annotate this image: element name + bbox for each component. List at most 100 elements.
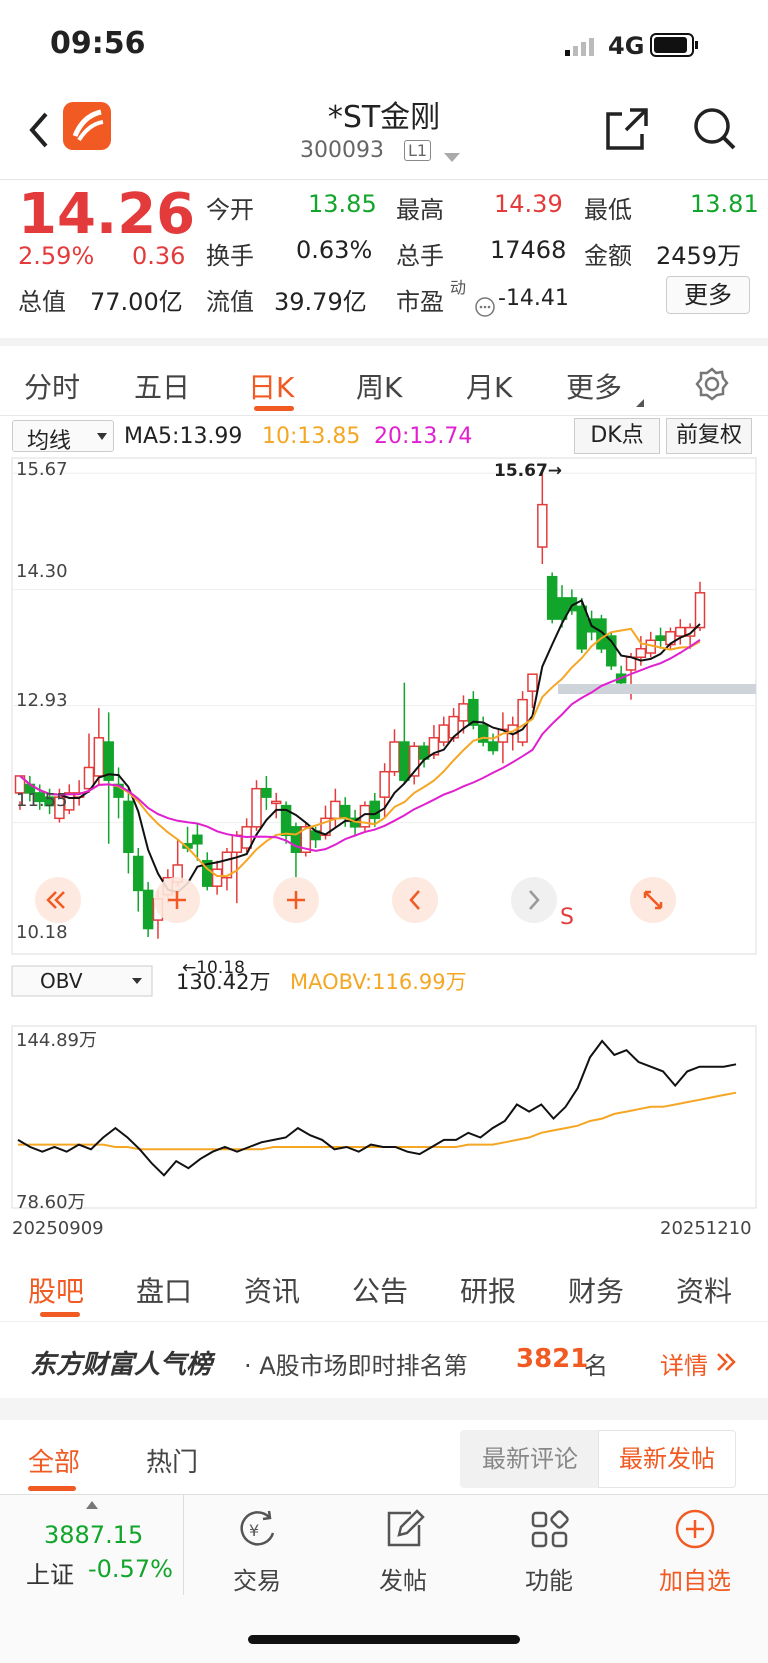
trade-button[interactable]: ¥ 交易 (202, 1507, 312, 1596)
candle (261, 787, 272, 798)
obv-min-label: 78.60万 (16, 1192, 86, 1213)
rank-detail-link[interactable]: 详情 (660, 1346, 708, 1381)
open-label: 今开 (206, 196, 254, 224)
tab-notice[interactable]: 公告 (352, 1270, 408, 1310)
candle (339, 804, 351, 820)
float-cap-label: 流值 (206, 288, 254, 316)
plus-circle-icon (675, 1509, 715, 1549)
sort-latest-comment[interactable]: 最新评论 (460, 1430, 600, 1488)
post-button[interactable]: 发帖 (348, 1507, 458, 1596)
kline-chart-area: 均线 MA5:13.99 10:13.85 20:13.74 DK点 前复权 1… (0, 416, 768, 1246)
more-button[interactable]: 更多 (666, 276, 750, 314)
bottom-toolbar: 3887.15 上证 -0.57% ¥ 交易 发帖 功能 加自选 (0, 1494, 768, 1663)
tab-guba[interactable]: 股吧 (28, 1270, 84, 1310)
info-tabs: 股吧 盘口 资讯 公告 研报 财务 资料 (0, 1250, 768, 1322)
svg-text:¥: ¥ (249, 1521, 259, 1540)
tab-intraday[interactable]: 分时 (24, 366, 80, 406)
index-name: 上证 (26, 1561, 74, 1589)
high-value: 14.39 (494, 190, 563, 218)
rank-brand: 东方财富人气榜 (30, 1350, 213, 1380)
functions-label: 功能 (525, 1567, 573, 1595)
tab-monthly-k[interactable]: 月K (466, 366, 512, 406)
candle (192, 834, 203, 845)
add-watchlist-button[interactable]: 加自选 (640, 1507, 750, 1596)
candle (546, 575, 558, 620)
candle (655, 635, 666, 642)
date-end: 20251210 (660, 1218, 752, 1239)
post-label: 发帖 (379, 1567, 427, 1595)
turnover-label: 换手 (206, 242, 254, 270)
quote-panel: 14.26 2.59% 0.36 今开 13.85 最高 14.39 最低 13… (0, 180, 768, 346)
candle (211, 868, 223, 887)
tab-all[interactable]: 全部 (28, 1442, 80, 1479)
trade-label: 交易 (233, 1567, 281, 1595)
last-price: 14.26 (18, 182, 196, 247)
candle (123, 800, 134, 854)
trade-icon: ¥ (240, 1510, 275, 1546)
tab-daily-k[interactable]: 日K (248, 366, 294, 406)
tab-more[interactable]: 更多 (566, 366, 622, 406)
add-watchlist-label: 加自选 (659, 1567, 731, 1595)
candle (93, 737, 105, 777)
low-label: 最低 (584, 196, 632, 224)
dropdown-icon[interactable] (444, 148, 460, 167)
status-bar: 09:56 4G (0, 0, 768, 92)
tab-five-day[interactable]: 五日 (134, 366, 190, 406)
edit-icon (387, 1509, 425, 1547)
post-filter-tabs: 全部 热门 最新评论 最新发帖 (0, 1420, 768, 1496)
tab-profile[interactable]: 资料 (676, 1270, 732, 1310)
pe-value: -14.41 (498, 286, 569, 311)
total-cap-label: 总值 (18, 288, 66, 316)
functions-button[interactable]: 功能 (494, 1507, 604, 1596)
period-tabs: 分时 五日 日K 周K 月K 更多 (0, 354, 768, 416)
settings-icon[interactable] (694, 366, 730, 406)
candle (399, 741, 410, 781)
amount-value: 2459万 (656, 242, 742, 270)
change-percent: 2.59% (18, 242, 95, 270)
tab-weekly-k[interactable]: 周K (356, 366, 402, 406)
candle (142, 889, 154, 930)
y-tick-5: 10.18 (16, 922, 68, 943)
search-icon[interactable] (692, 106, 738, 156)
home-indicator (248, 1635, 520, 1644)
rank-number: 3821 (516, 1344, 589, 1374)
double-chevron-icon (716, 1352, 736, 1376)
candle (517, 698, 528, 743)
y-tick-2: 14.30 (16, 561, 68, 582)
signal-icon (565, 36, 601, 56)
low-value: 13.81 (690, 190, 759, 218)
kline-svg[interactable]: 15.67→ ←10.18 15.67 14.30 12.93 11.55 10… (0, 416, 768, 1246)
high-label: 最高 (396, 196, 444, 224)
grid-icon (531, 1510, 569, 1548)
candle (290, 826, 302, 854)
rank-prefix: · A股市场即时排名第 (244, 1352, 468, 1380)
sell-signal: S (560, 905, 574, 930)
y-tick-1: 15.67 (16, 459, 68, 480)
tab-news[interactable]: 资讯 (244, 1270, 300, 1310)
candle (458, 703, 469, 722)
candle (635, 648, 647, 658)
popularity-rank-bar[interactable]: 东方财富人气榜 · A股市场即时排名第 3821 名 详情 (0, 1322, 768, 1398)
post-tab-indicator (28, 1486, 76, 1491)
info-icon[interactable] (474, 296, 496, 322)
section-gap (0, 1398, 768, 1420)
volume-value: 17468 (490, 236, 567, 264)
candle (527, 673, 538, 692)
sort-latest-post[interactable]: 最新发帖 (598, 1430, 736, 1488)
tab-hot[interactable]: 热门 (146, 1442, 198, 1479)
tab-research[interactable]: 研报 (460, 1270, 516, 1310)
obv-label: OBV (40, 969, 83, 993)
candle (389, 741, 400, 773)
candle (330, 800, 341, 820)
y-tick-4: 11.55 (16, 790, 68, 811)
candle (576, 605, 587, 650)
share-icon[interactable] (604, 106, 650, 156)
index-widget[interactable]: 3887.15 上证 -0.57% (0, 1495, 184, 1595)
corner-arrow-icon (636, 392, 644, 411)
tab-market[interactable]: 盘口 (136, 1270, 192, 1310)
rank-suffix: 名 (584, 1352, 608, 1380)
tab-finance[interactable]: 财务 (568, 1270, 624, 1310)
candle (438, 724, 450, 743)
maobv-value: MAOBV:116.99万 (290, 970, 467, 994)
max-price-marker: 15.67→ (494, 461, 562, 481)
